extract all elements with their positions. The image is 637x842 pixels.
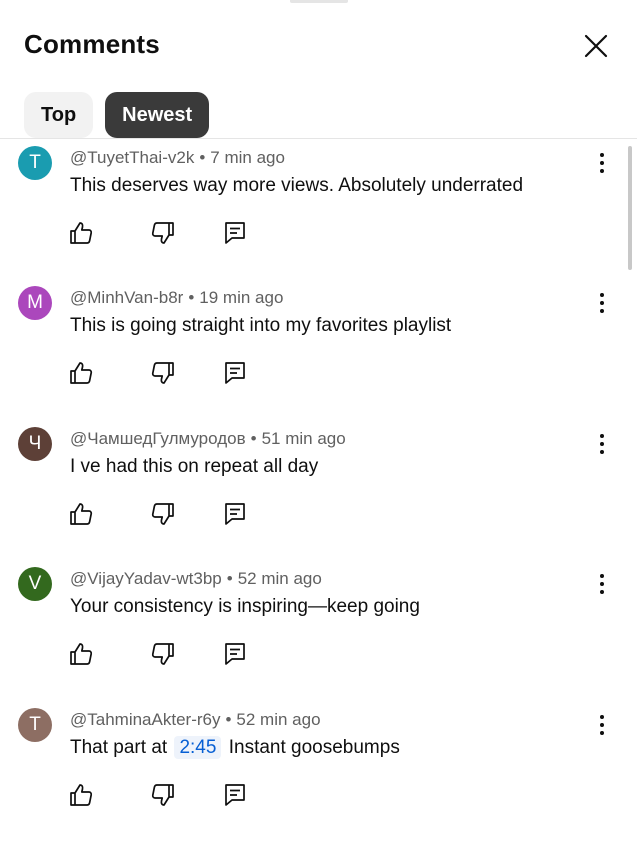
comment-time: 7 min ago: [210, 148, 285, 167]
close-button[interactable]: [578, 28, 614, 64]
reply-button[interactable]: [222, 782, 248, 808]
thumbs-down-icon: [151, 503, 174, 525]
more-options-button[interactable]: [590, 290, 614, 316]
reply-button[interactable]: [222, 220, 248, 246]
more-vert-icon: [600, 574, 604, 594]
comment-text: That part at 2:45 Instant goosebumps: [70, 736, 400, 759]
like-button[interactable]: [68, 501, 94, 527]
more-vert-icon: [600, 293, 604, 313]
tab-newest[interactable]: Newest: [105, 92, 210, 138]
dislike-button[interactable]: [150, 220, 176, 246]
comment-meta: @TahminaAkter-r6y • 52 min ago: [70, 710, 321, 730]
comment-item: T @TahminaAkter-r6y • 52 min ago That part…: [0, 702, 637, 842]
comment-author[interactable]: @ЧамшедГулмуродов: [70, 429, 246, 448]
comment-time: 52 min ago: [236, 710, 321, 729]
comment-item: T @TuyetThai-v2k • 7 min ago This deserves…: [0, 140, 637, 280]
thumbs-up-icon: [70, 784, 93, 806]
comment-meta: @VijayYadav-wt3bp • 52 min ago: [70, 569, 322, 589]
dislike-button[interactable]: [150, 501, 176, 527]
comment-text: This is going straight into my favorites…: [70, 315, 451, 337]
more-options-button[interactable]: [590, 712, 614, 738]
thumbs-down-icon: [151, 643, 174, 665]
more-options-button[interactable]: [590, 150, 614, 176]
reply-icon: [225, 362, 245, 384]
sort-tabs: Top Newest: [24, 92, 210, 138]
comment-text: Your consistency is inspiring—keep going: [70, 596, 420, 618]
avatar[interactable]: T: [18, 708, 52, 742]
more-vert-icon: [600, 715, 604, 735]
like-button[interactable]: [68, 641, 94, 667]
comment-text-body: Your consistency is inspiring—keep going: [70, 596, 420, 617]
reply-button[interactable]: [222, 641, 248, 667]
reply-icon: [225, 784, 245, 806]
comments-header: Comments: [0, 0, 637, 92]
comment-time: 52 min ago: [237, 569, 322, 588]
avatar[interactable]: T: [18, 146, 52, 180]
avatar[interactable]: M: [18, 286, 52, 320]
comment-time: 19 min ago: [199, 288, 284, 307]
separator-dot: •: [199, 148, 206, 167]
more-vert-icon: [600, 434, 604, 454]
tab-top[interactable]: Top: [24, 92, 94, 138]
thumbs-down-icon: [151, 222, 174, 244]
thumbs-up-icon: [70, 643, 93, 665]
separator-dot: •: [225, 710, 232, 729]
dislike-button[interactable]: [150, 360, 176, 386]
divider: [0, 138, 637, 139]
avatar[interactable]: Ч: [18, 427, 52, 461]
comment-text-body: That part at: [70, 737, 168, 758]
thumbs-up-icon: [70, 362, 93, 384]
reply-icon: [225, 222, 245, 244]
comment-item: Ч @ЧамшедГулмуродов • 51 min ago I ve had …: [0, 421, 637, 561]
comment-text-body: I ve had this on repeat all day: [70, 456, 319, 477]
reply-button[interactable]: [222, 360, 248, 386]
thumbs-down-icon: [151, 784, 174, 806]
comment-author[interactable]: @MinhVan-b8r: [70, 288, 183, 307]
page-title: Comments: [24, 29, 160, 59]
dislike-button[interactable]: [150, 641, 176, 667]
timestamp-link[interactable]: 2:45: [174, 736, 222, 759]
comment-author[interactable]: @TahminaAkter-r6y: [70, 710, 220, 729]
comment-text-body: This deserves way more views. Absolutely…: [70, 175, 524, 196]
comment-meta: @TuyetThai-v2k • 7 min ago: [70, 148, 285, 168]
separator-dot: •: [188, 288, 195, 307]
more-options-button[interactable]: [590, 431, 614, 457]
comment-text-body: Instant goosebumps: [228, 737, 400, 758]
separator-dot: •: [226, 569, 233, 588]
comment-author[interactable]: @TuyetThai-v2k: [70, 148, 194, 167]
reply-button[interactable]: [222, 501, 248, 527]
like-button[interactable]: [68, 360, 94, 386]
thumbs-down-icon: [151, 362, 174, 384]
close-icon: [584, 34, 608, 58]
comment-meta: @MinhVan-b8r • 19 min ago: [70, 288, 283, 308]
comment-item: M @MinhVan-b8r • 19 min ago This is going …: [0, 280, 637, 420]
reply-icon: [225, 643, 245, 665]
more-options-button[interactable]: [590, 571, 614, 597]
like-button[interactable]: [68, 782, 94, 808]
comment-text-body: This is going straight into my favorites…: [70, 315, 452, 336]
comment-text: This deserves way more views. Absolutely…: [70, 175, 523, 197]
avatar[interactable]: V: [18, 567, 52, 601]
thumbs-up-icon: [70, 222, 93, 244]
comment-time: 51 min ago: [261, 429, 346, 448]
dislike-button[interactable]: [150, 782, 176, 808]
comment-text: I ve had this on repeat all day: [70, 456, 318, 478]
reply-icon: [225, 503, 245, 525]
separator-dot: •: [250, 429, 257, 448]
thumbs-up-icon: [70, 503, 93, 525]
like-button[interactable]: [68, 220, 94, 246]
more-vert-icon: [600, 153, 604, 173]
comment-item: V @VijayYadav-wt3bp • 52 min ago Your cons…: [0, 561, 637, 701]
comment-meta: @ЧамшедГулмуродов • 51 min ago: [70, 429, 346, 449]
comment-author[interactable]: @VijayYadav-wt3bp: [70, 569, 222, 588]
